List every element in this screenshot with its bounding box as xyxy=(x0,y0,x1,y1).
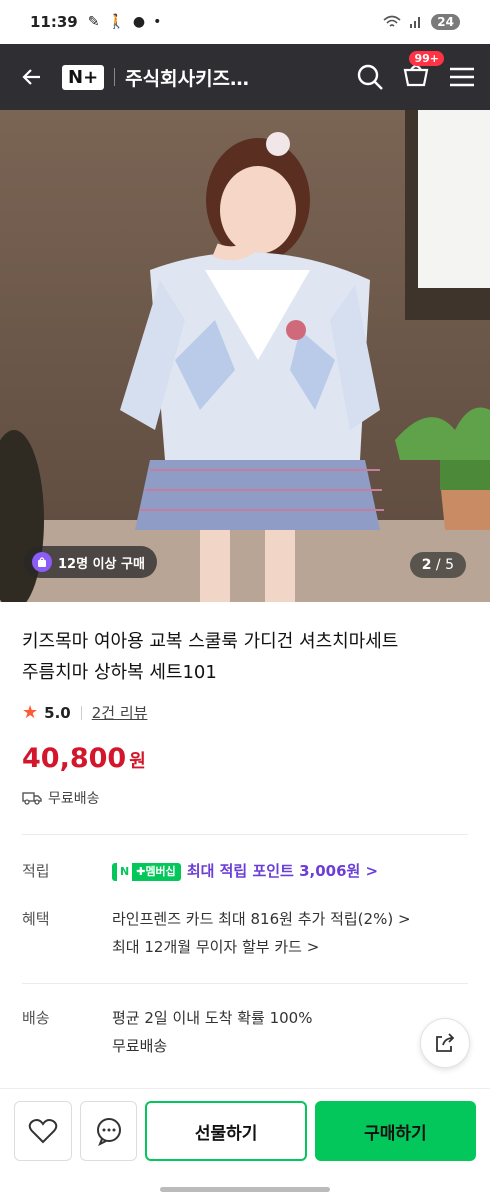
buy-button[interactable]: 구매하기 xyxy=(314,1101,476,1161)
points-label: 적립 xyxy=(22,862,50,880)
buyers-badge: 12명 이상 구매 xyxy=(24,546,157,578)
shipping-text: 무료배송 xyxy=(48,791,100,807)
truck-icon xyxy=(22,792,42,805)
menu-icon[interactable] xyxy=(448,65,476,89)
price-value: 40,800 xyxy=(22,743,127,774)
divider xyxy=(114,68,116,86)
heart-icon xyxy=(28,1119,58,1144)
delivery-row: 배송 평균 2일 이내 도착 확률 100% 무료배송 xyxy=(22,1004,468,1060)
share-button[interactable] xyxy=(420,1018,470,1068)
arrow-left-icon xyxy=(22,69,40,85)
battery-indicator: 24 xyxy=(431,14,460,30)
benefit-installment[interactable]: 최대 12개월 무이자 할부 카드 > xyxy=(112,933,468,961)
shipping-info: 무료배송 xyxy=(22,788,468,808)
divider xyxy=(80,705,82,720)
points-text[interactable]: 최대 적립 포인트 3,006원 > xyxy=(187,862,378,880)
image-total: / 5 xyxy=(435,557,454,573)
signal-icon xyxy=(410,17,421,28)
chat-button[interactable] xyxy=(79,1101,138,1161)
cart-button[interactable]: 99+ xyxy=(402,51,444,93)
product-photo xyxy=(0,110,490,602)
benefit-label: 혜택 xyxy=(22,910,50,928)
rating-score: 5.0 xyxy=(44,703,71,722)
price: 40,800 원 xyxy=(22,743,468,774)
star-icon: ★ xyxy=(22,702,39,723)
walking-icon: 🚶 xyxy=(107,14,125,30)
bottom-action-bar: 선물하기 구매하기 xyxy=(0,1088,490,1200)
search-icon[interactable] xyxy=(356,63,384,91)
gift-button[interactable]: 선물하기 xyxy=(145,1101,307,1161)
image-current: 2 xyxy=(421,557,432,573)
product-info: 키즈목마 여아용 교복 스쿨룩 가디건 셔츠치마세트 주름치마 상하복 세트10… xyxy=(0,602,490,1060)
membership-badge-text: 멤버십 xyxy=(145,864,176,878)
price-currency: 원 xyxy=(129,751,146,772)
divider xyxy=(22,834,468,835)
points-row[interactable]: 적립 N ✚ 멤버십 최대 적립 포인트 3,006원 > xyxy=(22,857,468,886)
reviews-link[interactable]: 2건 리뷰 xyxy=(92,702,148,723)
delivery-estimate: 평균 2일 이내 도착 확률 100% xyxy=(112,1009,313,1027)
status-time: 11:39 xyxy=(30,13,78,31)
product-title: 키즈목마 여아용 교복 스쿨룩 가디건 셔츠치마세트 주름치마 상하복 세트10… xyxy=(22,626,468,688)
product-title-line1: 키즈목마 여아용 교복 스쿨룩 가디건 셔츠치마세트 xyxy=(22,631,399,652)
home-indicator xyxy=(160,1187,330,1192)
share-icon xyxy=(436,1033,455,1052)
talk-icon: ● xyxy=(132,14,146,30)
delivery-label: 배송 xyxy=(22,1009,50,1027)
benefit-row: 혜택 라인프렌즈 카드 최대 816원 추가 적립(2%) > 최대 12개월 … xyxy=(22,905,468,961)
wifi-icon xyxy=(383,15,401,27)
benefit-card-points[interactable]: 라인프렌즈 카드 최대 816원 추가 적립(2%) > xyxy=(112,905,468,933)
back-button[interactable] xyxy=(14,59,50,95)
store-name[interactable]: 주식회사키즈… xyxy=(125,64,249,91)
status-icons: ✎ 🚶 ● • xyxy=(88,14,162,30)
chat-icon xyxy=(96,1118,121,1146)
rating-row: ★ 5.0 2건 리뷰 xyxy=(22,702,468,723)
membership-badge: N ✚ 멤버십 xyxy=(112,857,181,886)
dot-icon: • xyxy=(153,14,162,30)
image-counter: 2 / 5 xyxy=(409,552,466,578)
buyers-text: 12명 이상 구매 xyxy=(58,556,145,572)
divider xyxy=(22,983,468,984)
product-title-line2: 주름치마 상하복 세트101 xyxy=(22,662,217,683)
cart-badge: 99+ xyxy=(409,51,444,66)
product-image-carousel[interactable]: 12명 이상 구매 2 / 5 xyxy=(0,110,490,602)
app-bar: N+ 주식회사키즈… 99+ xyxy=(0,44,490,110)
delivery-fee: 무료배송 xyxy=(112,1037,168,1055)
wishlist-button[interactable] xyxy=(14,1101,72,1161)
shopping-bag-icon xyxy=(32,552,52,572)
naver-plus-logo[interactable]: N+ xyxy=(62,64,105,90)
pen-icon: ✎ xyxy=(87,14,100,30)
status-bar: 11:39 ✎ 🚶 ● • 24 xyxy=(0,0,490,44)
